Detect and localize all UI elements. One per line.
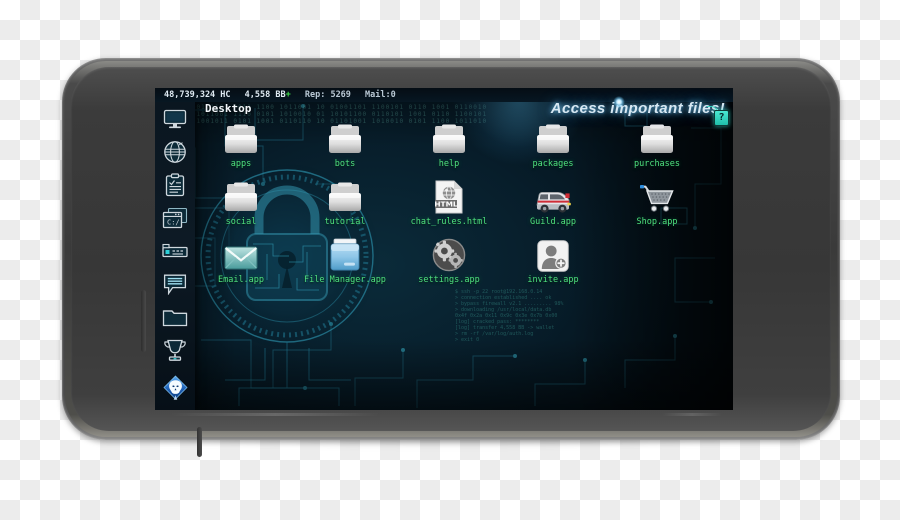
folder-grey-icon (501, 122, 605, 156)
icon-label: purchases (633, 159, 681, 169)
folder-grey-icon (293, 122, 397, 156)
folder-grey-icon (397, 122, 501, 156)
desktop-icon-tutorial[interactable]: tutorial (293, 180, 397, 227)
shopping-cart-icon (605, 180, 709, 214)
icon-label: bots (334, 159, 356, 169)
desktop-icon-file-manager-app[interactable]: File Manager.app (293, 238, 397, 285)
desktop-icon-purchases[interactable]: purchases (605, 122, 709, 169)
desktop-icon-grid: apps bots help packages purchases social… (195, 116, 733, 410)
icon-label: packages (532, 159, 574, 169)
desktop-icon-bots[interactable]: bots (293, 122, 397, 169)
promo-banner[interactable]: Access important files! (551, 100, 725, 117)
skull-diamond-logo[interactable] (163, 375, 188, 402)
side-button[interactable] (197, 427, 202, 457)
bb-plus-icon[interactable]: + (286, 90, 291, 100)
desktop-icon-guild-app[interactable]: Guild.app (501, 180, 605, 227)
icon-label: help (438, 159, 460, 169)
gears-icon (397, 238, 501, 272)
phone-screen: 0110100101110010 1010 0110 1001110 01 10… (155, 88, 733, 410)
terminal-icon: C:/ (162, 207, 188, 229)
envelope-icon (189, 238, 293, 272)
svg-text:HTML: HTML (434, 200, 458, 209)
add-user-icon (501, 238, 605, 272)
icon-label: social (225, 217, 257, 227)
desktop-icon-apps[interactable]: apps (189, 122, 293, 169)
desktop-icon-email-app[interactable]: Email.app (189, 238, 293, 285)
clipboard-icon (165, 172, 185, 197)
icon-label: Shop.app (636, 217, 678, 227)
desktop-icon-settings-app[interactable]: settings.app (397, 238, 501, 285)
folder-icon (162, 307, 188, 327)
desktop-row-3: Email.app File Manager.app settings.app … (195, 238, 733, 296)
reputation-value[interactable]: Rep: 5269 (305, 88, 351, 102)
monitor-icon (163, 109, 187, 129)
sidebar: C:/ (155, 102, 195, 410)
icon-label: Guild.app (529, 217, 577, 227)
folder-blue-icon (293, 238, 397, 272)
page-title: Desktop (205, 102, 252, 115)
desktop-icon-social[interactable]: social (189, 180, 293, 227)
sidebar-item-hardware[interactable] (155, 234, 195, 267)
icon-label: Email.app (217, 275, 265, 285)
currency-hc[interactable]: 48,739,324 HC (164, 88, 231, 102)
sparkle-icon (613, 96, 625, 108)
trophy-icon (163, 338, 187, 362)
desktop-icon-packages[interactable]: packages (501, 122, 605, 169)
sidebar-item-internet[interactable] (155, 135, 195, 168)
desktop-row-1: apps bots help packages purchases (195, 122, 733, 180)
folder-grey-icon (189, 122, 293, 156)
icon-label: invite.app (527, 275, 579, 285)
desktop-icon-invite-app[interactable]: invite.app (501, 238, 605, 285)
html-document-icon: HTML (397, 180, 501, 214)
phone-device: 0110100101110010 1010 0110 1001110 01 10… (62, 58, 840, 457)
icon-label: apps (230, 159, 252, 169)
folder-grey-icon (293, 180, 397, 214)
desktop-icon-chat-rules-html[interactable]: HTML chat_rules.html (397, 180, 501, 227)
mail-count[interactable]: Mail:0 (365, 88, 396, 102)
desktop-row-2: social tutorial HTML chat_rules.html Gui… (195, 180, 733, 238)
server-rack-icon (162, 243, 188, 259)
chat-bubble-icon (163, 273, 187, 295)
help-button[interactable]: ? (714, 110, 729, 126)
sidebar-item-terminal[interactable]: C:/ (155, 201, 195, 234)
desktop-icon-help[interactable]: help (397, 122, 501, 169)
icon-label: File Manager.app (304, 275, 386, 285)
speaker-grill-secondary (662, 413, 722, 416)
speaker-grill (170, 413, 380, 416)
van-icon (501, 180, 605, 214)
sidebar-item-files[interactable] (155, 300, 195, 333)
globe-icon (163, 140, 187, 164)
desktop-icon-shop-app[interactable]: Shop.app (605, 180, 709, 227)
volume-rocker-button[interactable] (141, 290, 146, 352)
sidebar-item-chat[interactable] (155, 267, 195, 300)
icon-label: chat_rules.html (410, 217, 488, 227)
sidebar-item-ranking[interactable] (155, 333, 195, 366)
icon-label: settings.app (418, 275, 480, 285)
folder-grey-icon (189, 180, 293, 214)
folder-grey-icon (605, 122, 709, 156)
sidebar-item-missions[interactable] (155, 168, 195, 201)
currency-bb[interactable]: 4,558 BB (245, 88, 286, 102)
icon-label: tutorial (324, 217, 366, 227)
sidebar-item-desktop[interactable] (155, 102, 195, 135)
svg-text:C:/: C:/ (167, 218, 180, 226)
